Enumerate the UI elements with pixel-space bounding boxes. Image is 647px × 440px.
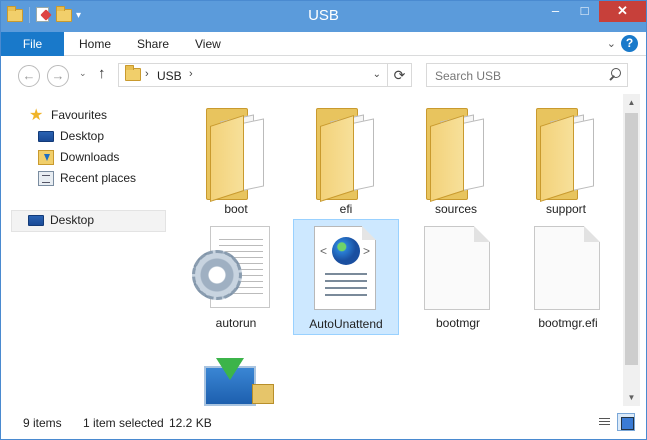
navigation-pane: ★ Favourites Desktop Downloads Recent pl… [1, 94, 173, 406]
file-name: AutoUnattend [309, 317, 383, 331]
folder-icon [206, 108, 272, 202]
file-item-support[interactable]: support [514, 98, 618, 218]
scroll-up-button[interactable]: ▲ [623, 94, 640, 111]
status-bar: 9 items 1 item selected 12.2 KB [1, 406, 646, 439]
xml-file-icon: < > [314, 226, 376, 310]
sidebar-item-label: Desktop [50, 213, 95, 227]
breadcrumb-separator[interactable]: › [189, 68, 193, 80]
downloads-icon [38, 150, 54, 165]
file-name: efi [339, 202, 353, 216]
minimize-button[interactable]: – [541, 1, 570, 22]
recent-locations-button[interactable]: ⌄ [79, 68, 87, 79]
file-name: autorun [215, 316, 257, 330]
refresh-button[interactable]: ⟳ [387, 64, 411, 86]
search-input[interactable]: Search USB [426, 63, 628, 87]
desktop-icon [28, 215, 44, 226]
vertical-scrollbar[interactable]: ▲ ▼ [623, 94, 640, 406]
details-view-button[interactable] [595, 413, 613, 431]
file-list[interactable]: boot efi sources support autorun < > Aut… [176, 94, 622, 406]
selection-size: 12.2 KB [169, 416, 212, 430]
file-item-bootmgr[interactable]: bootmgr [406, 220, 510, 332]
sidebar-item-label: Downloads [60, 150, 120, 164]
download-arrow-icon [216, 358, 244, 380]
breadcrumb-usb[interactable]: USB [157, 69, 182, 83]
file-icon [424, 226, 490, 310]
up-button[interactable]: ↑ [98, 65, 106, 82]
close-button[interactable]: ✕ [599, 1, 646, 22]
ribbon: File Home Share View ⌄ ? [1, 32, 646, 56]
title-bar[interactable]: ▾ USB – □ ✕ [1, 1, 646, 32]
file-item-boot[interactable]: boot [184, 98, 288, 218]
installer-icon [204, 358, 278, 406]
recent-places-icon [38, 171, 54, 186]
sidebar-item-label: Favourites [51, 108, 108, 122]
file-item-bootmgr-efi[interactable]: bootmgr.efi [516, 220, 620, 332]
breadcrumb-separator[interactable]: › [145, 68, 149, 80]
folder-icon [536, 108, 602, 202]
tab-share[interactable]: Share [137, 32, 169, 56]
forward-button[interactable]: → [47, 65, 69, 87]
tab-home[interactable]: Home [79, 32, 111, 56]
folder-icon [426, 108, 492, 202]
file-item-sources[interactable]: sources [404, 98, 508, 218]
file-item-setup[interactable] [176, 352, 280, 406]
file-name: bootmgr [435, 316, 481, 330]
desktop-icon [38, 131, 54, 142]
tab-file[interactable]: File [1, 32, 64, 56]
search-icon[interactable] [607, 68, 621, 82]
item-count: 9 items [23, 416, 62, 430]
address-dropdown-button[interactable]: ⌄ [373, 69, 381, 80]
selection-count: 1 item selected [83, 416, 164, 430]
scroll-down-button[interactable]: ▼ [623, 389, 640, 406]
large-icons-view-button[interactable] [617, 413, 635, 431]
star-icon: ★ [29, 107, 44, 124]
folder-icon [316, 108, 382, 202]
file-icon [534, 226, 600, 310]
back-button[interactable]: ← [18, 65, 40, 87]
navigation-bar: ← → ⌄ ↑ › USB › ⌄ ⟳ Search USB [1, 56, 646, 94]
file-name: sources [434, 202, 478, 216]
search-placeholder: Search USB [435, 69, 502, 83]
folder-icon [125, 65, 141, 81]
file-name: support [545, 202, 587, 216]
window-controls: – □ ✕ [541, 1, 646, 22]
scroll-thumb[interactable] [625, 113, 638, 365]
sidebar-item-label: Desktop [60, 129, 105, 143]
file-name: bootmgr.efi [538, 316, 598, 330]
address-bar[interactable]: › USB › ⌄ ⟳ [118, 63, 412, 87]
file-item-efi[interactable]: efi [294, 98, 398, 218]
file-item-autorun[interactable]: autorun [184, 220, 288, 332]
help-icon[interactable]: ? [621, 35, 638, 52]
expand-ribbon-button[interactable]: ⌄ [607, 37, 616, 50]
file-name: boot [224, 202, 248, 216]
sidebar-item-label: Recent places [60, 171, 137, 185]
maximize-button[interactable]: □ [570, 1, 599, 22]
globe-icon [332, 237, 360, 265]
file-item-autounattend[interactable]: < > AutoUnattend [293, 219, 399, 335]
gear-icon [192, 250, 242, 300]
tab-view[interactable]: View [195, 32, 221, 56]
explorer-window: ▾ USB – □ ✕ File Home Share View ⌄ ? ← →… [0, 0, 647, 440]
